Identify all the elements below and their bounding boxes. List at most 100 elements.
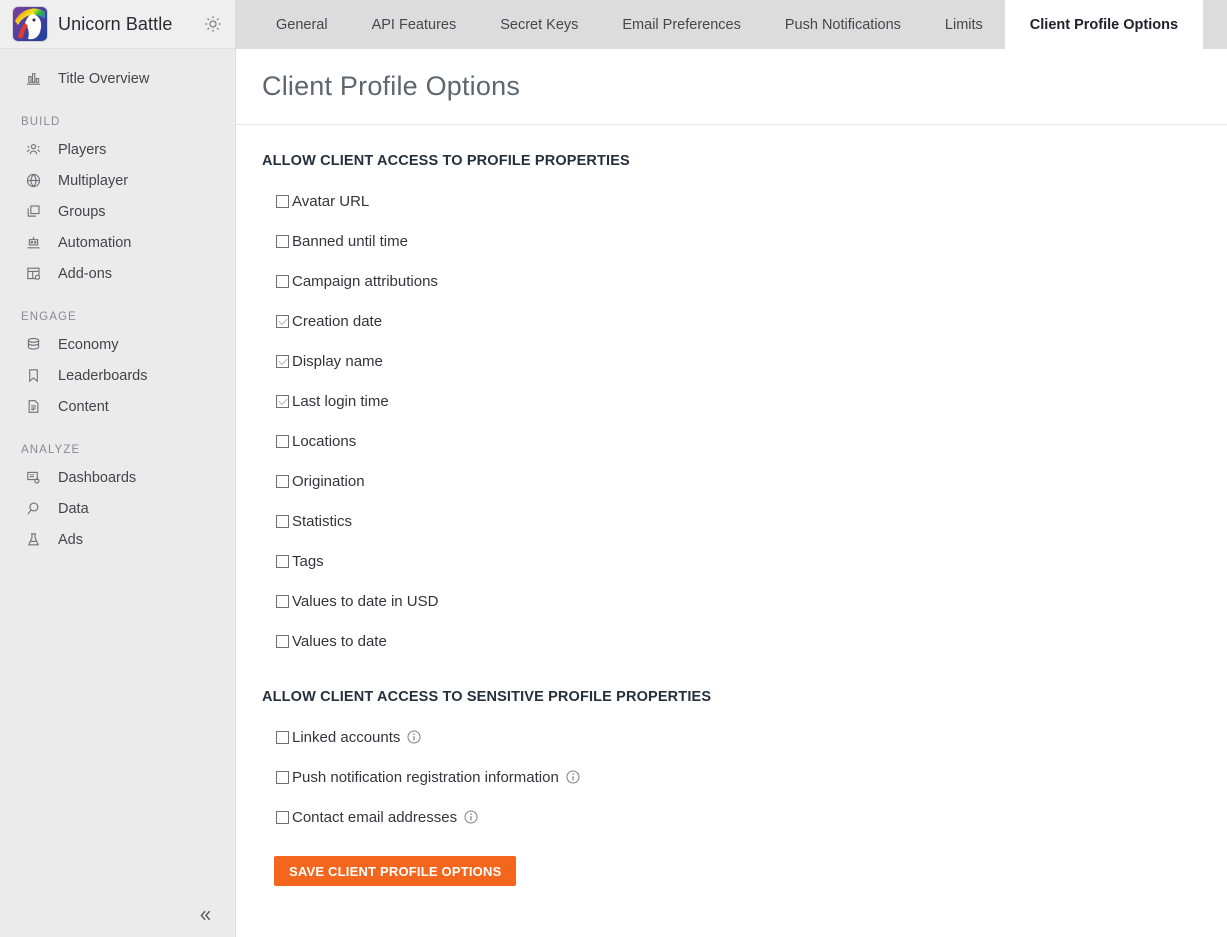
checkbox-linked-accounts[interactable]: [276, 730, 289, 744]
page-header: Client Profile Options: [236, 49, 1227, 125]
option-label: Campaign attributions: [292, 272, 438, 290]
option-values-to-date-in-usd[interactable]: Values to date in USD: [262, 581, 438, 621]
option-label: Banned until time: [292, 232, 408, 250]
option-last-login-time[interactable]: Last login time: [262, 381, 389, 421]
sidebar-item-label: Ads: [58, 531, 83, 548]
sidebar-item-dashboards[interactable]: Dashboards: [0, 462, 235, 493]
save-client-profile-options-button[interactable]: SAVE CLIENT PROFILE OPTIONS: [274, 856, 517, 886]
sidebar-item-ads[interactable]: Ads: [0, 524, 235, 555]
checkbox-contact-email-addresses[interactable]: [276, 810, 289, 824]
option-display-name[interactable]: Display name: [262, 341, 383, 381]
sidebar-item-add-ons[interactable]: Add-ons: [0, 258, 235, 289]
option-creation-date[interactable]: Creation date: [262, 301, 382, 341]
sidebar-group-analyze: ANALYZE: [21, 444, 81, 456]
option-label: Values to date in USD: [292, 592, 439, 610]
sidebar-item-economy[interactable]: Economy: [0, 329, 235, 360]
brand-header: Unicorn Battle: [0, 0, 235, 49]
sidebar-item-label: Groups: [58, 203, 106, 220]
option-avatar-url[interactable]: Avatar URL: [262, 181, 369, 221]
checkbox-banned-until-time[interactable]: [276, 234, 289, 248]
chevron-double-left-icon: [197, 907, 214, 927]
section-heading-profile-properties: ALLOW CLIENT ACCESS TO PROFILE PROPERTIE…: [262, 153, 630, 169]
chart-bars-icon: [24, 69, 43, 88]
tab-secret-keys[interactable]: Secret Keys: [478, 0, 600, 49]
sidebar-item-content[interactable]: Content: [0, 391, 235, 422]
checkbox-last-login-time[interactable]: [276, 394, 289, 408]
option-label: Contact email addresses: [292, 808, 458, 826]
option-label: Creation date: [292, 312, 383, 330]
checkbox-origination[interactable]: [276, 474, 289, 488]
option-linked-accounts[interactable]: Linked accounts: [262, 717, 421, 757]
addons-icon: [24, 264, 43, 283]
option-push-notification-registration-information[interactable]: Push notification registration informati…: [262, 757, 580, 797]
checkbox-display-name[interactable]: [276, 354, 289, 368]
sidebar-item-data[interactable]: Data: [0, 493, 235, 524]
sensitive-properties-list: Linked accounts Push notification regist…: [262, 717, 1227, 837]
option-label: Linked accounts: [292, 728, 401, 746]
tab-bar: General API Features Secret Keys Email P…: [236, 0, 1227, 49]
flask-icon: [24, 530, 43, 549]
page-title: Client Profile Options: [262, 71, 521, 101]
tab-client-profile-options[interactable]: Client Profile Options: [1004, 0, 1204, 49]
option-label: Statistics: [292, 512, 353, 530]
options-form: ALLOW CLIENT ACCESS TO PROFILE PROPERTIE…: [236, 125, 1227, 886]
checkbox-creation-date[interactable]: [276, 314, 289, 328]
sidebar: Unicorn Battle Title Overview BUILD Play…: [0, 0, 236, 937]
tab-api-features[interactable]: API Features: [350, 0, 479, 49]
checkbox-avatar-url[interactable]: [276, 194, 289, 208]
tab-email-preferences[interactable]: Email Preferences: [600, 0, 762, 49]
option-locations[interactable]: Locations: [262, 421, 356, 461]
sidebar-item-label: Dashboards: [58, 469, 137, 486]
unicorn-logo: [13, 7, 47, 41]
sidebar-item-multiplayer[interactable]: Multiplayer: [0, 165, 235, 196]
sidebar-item-label: Title Overview: [58, 70, 150, 87]
tab-general[interactable]: General: [254, 0, 350, 49]
sidebar-item-leaderboards[interactable]: Leaderboards: [0, 360, 235, 391]
dashboard-icon: [24, 468, 43, 487]
sidebar-item-players[interactable]: Players: [0, 134, 235, 165]
tab-limits[interactable]: Limits: [923, 0, 1005, 49]
sidebar-item-automation[interactable]: Automation: [0, 227, 235, 258]
sidebar-group-engage: ENGAGE: [21, 311, 77, 323]
info-icon[interactable]: [407, 730, 421, 744]
checkbox-tags[interactable]: [276, 554, 289, 568]
option-statistics[interactable]: Statistics: [262, 501, 352, 541]
option-label: Push notification registration informati…: [292, 768, 559, 786]
sidebar-item-label: Leaderboards: [58, 367, 148, 384]
sidebar-item-label: Data: [58, 500, 89, 517]
option-banned-until-time[interactable]: Banned until time: [262, 221, 408, 261]
sidebar-item-label: Content: [58, 398, 109, 415]
option-values-to-date[interactable]: Values to date: [262, 621, 387, 661]
checkbox-values-to-date[interactable]: [276, 634, 289, 648]
option-origination[interactable]: Origination: [262, 461, 365, 501]
option-campaign-attributions[interactable]: Campaign attributions: [262, 261, 438, 301]
sidebar-item-title-overview[interactable]: Title Overview: [0, 63, 235, 94]
option-contact-email-addresses[interactable]: Contact email addresses: [262, 797, 478, 837]
checkbox-values-to-date-in-usd[interactable]: [276, 594, 289, 608]
tab-push-notifications[interactable]: Push Notifications: [763, 0, 923, 49]
brand-title: Unicorn Battle: [58, 13, 173, 34]
profile-properties-list: Avatar URL Banned until time Campaign at…: [262, 181, 1227, 661]
data-icon: [24, 499, 43, 518]
sidebar-group-build: BUILD: [21, 116, 61, 128]
sidebar-item-label: Players: [58, 141, 107, 158]
sidebar-item-label: Multiplayer: [58, 172, 129, 189]
checkbox-campaign-attributions[interactable]: [276, 274, 289, 288]
option-label: Display name: [292, 352, 383, 370]
info-icon[interactable]: [464, 810, 478, 824]
option-label: Tags: [292, 552, 324, 570]
option-label: Origination: [292, 472, 365, 490]
coins-icon: [24, 335, 43, 354]
option-tags[interactable]: Tags: [262, 541, 324, 581]
info-icon[interactable]: [566, 770, 580, 784]
globe-icon: [24, 171, 43, 190]
sidebar-collapse-button[interactable]: [0, 897, 236, 937]
checkbox-push-notification-registration-information[interactable]: [276, 770, 289, 784]
checkbox-statistics[interactable]: [276, 514, 289, 528]
robot-icon: [24, 233, 43, 252]
sidebar-item-groups[interactable]: Groups: [0, 196, 235, 227]
gear-icon[interactable]: [203, 14, 223, 34]
checkbox-locations[interactable]: [276, 434, 289, 448]
main-content: General API Features Secret Keys Email P…: [236, 0, 1227, 937]
sidebar-item-label: Automation: [58, 234, 132, 251]
